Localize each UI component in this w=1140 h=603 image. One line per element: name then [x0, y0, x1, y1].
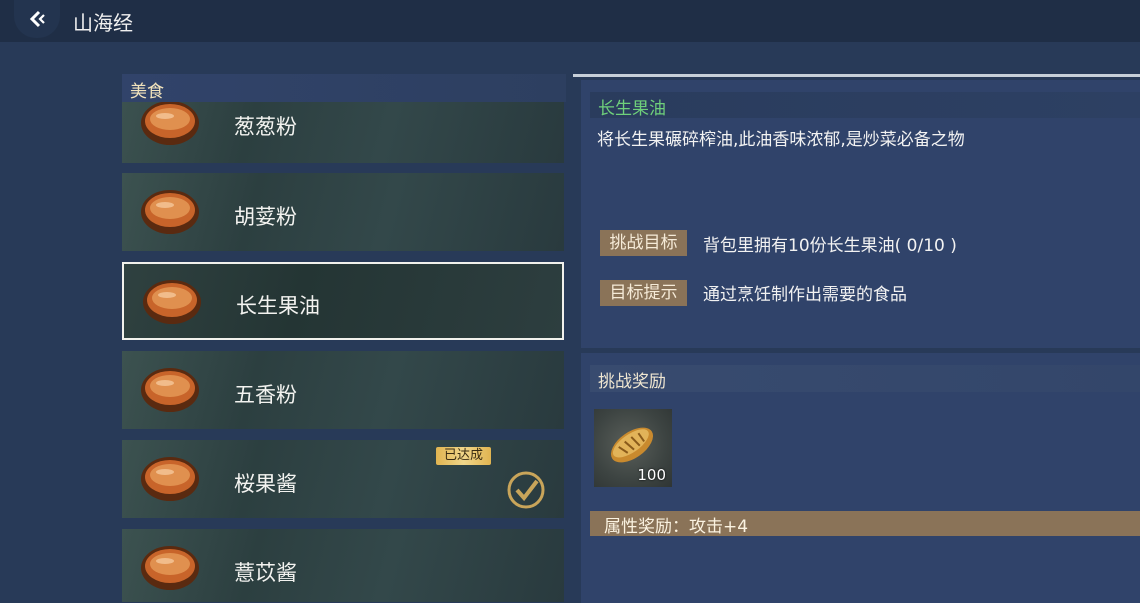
- item-name: 葱葱粉: [234, 115, 297, 139]
- top-bar: 山海经: [0, 0, 1140, 42]
- list-item[interactable]: 葱葱粉: [122, 102, 564, 163]
- food-bowl-icon: [143, 280, 201, 324]
- food-bowl-icon: [141, 102, 199, 145]
- page-title: 山海经: [73, 11, 133, 35]
- category-header: 美食: [122, 74, 566, 102]
- reward-count: 100: [637, 466, 666, 484]
- reward-item-slot[interactable]: 100: [594, 409, 672, 487]
- item-name: 桜果酱: [234, 472, 297, 496]
- food-bowl-icon: [141, 546, 199, 590]
- back-button[interactable]: [14, 0, 60, 38]
- item-name: 五香粉: [234, 383, 297, 407]
- food-bowl-icon: [141, 457, 199, 501]
- reward-header: 挑战奖励: [590, 365, 1140, 392]
- detail-divider: [573, 74, 1140, 77]
- list-item[interactable]: 胡荽粉: [122, 173, 564, 251]
- item-name: 长生果油: [236, 294, 320, 318]
- list-item-selected[interactable]: 长生果油: [122, 262, 564, 340]
- detail-panel: [581, 80, 1140, 348]
- check-circle-icon: [507, 471, 545, 509]
- reward-title: 挑战奖励: [598, 372, 666, 392]
- food-bowl-icon: [141, 368, 199, 412]
- goal-text: 背包里拥有10份长生果油( 0/10 ): [703, 236, 957, 256]
- list-item[interactable]: 桜果酱 已达成: [122, 440, 564, 518]
- detail-title: 长生果油: [598, 99, 666, 119]
- hint-text: 通过烹饪制作出需要的食品: [703, 285, 907, 305]
- list-item[interactable]: 五香粉: [122, 351, 564, 429]
- attribute-reward-bar: 属性奖励：攻击+4: [590, 511, 1140, 537]
- food-list[interactable]: 葱葱粉 胡荽粉 长生果油 五香粉 桜果酱 已达成 薏苡酱: [122, 102, 564, 602]
- hint-tag: 目标提示: [600, 280, 687, 306]
- attribute-reward-text: 属性奖励：攻击+4: [604, 517, 749, 537]
- detail-header: 长生果油: [590, 92, 1140, 119]
- completed-badge: 已达成: [436, 447, 492, 465]
- item-name: 胡荽粉: [234, 205, 297, 229]
- category-label: 美食: [130, 82, 164, 102]
- detail-description: 将长生果碾碎榨油,此油香味浓郁,是炒菜必备之物: [597, 130, 965, 150]
- item-name: 薏苡酱: [234, 561, 297, 585]
- food-bowl-icon: [141, 190, 199, 234]
- goal-tag: 挑战目标: [600, 230, 687, 256]
- back-icon: [29, 10, 45, 28]
- list-item[interactable]: 薏苡酱: [122, 529, 564, 602]
